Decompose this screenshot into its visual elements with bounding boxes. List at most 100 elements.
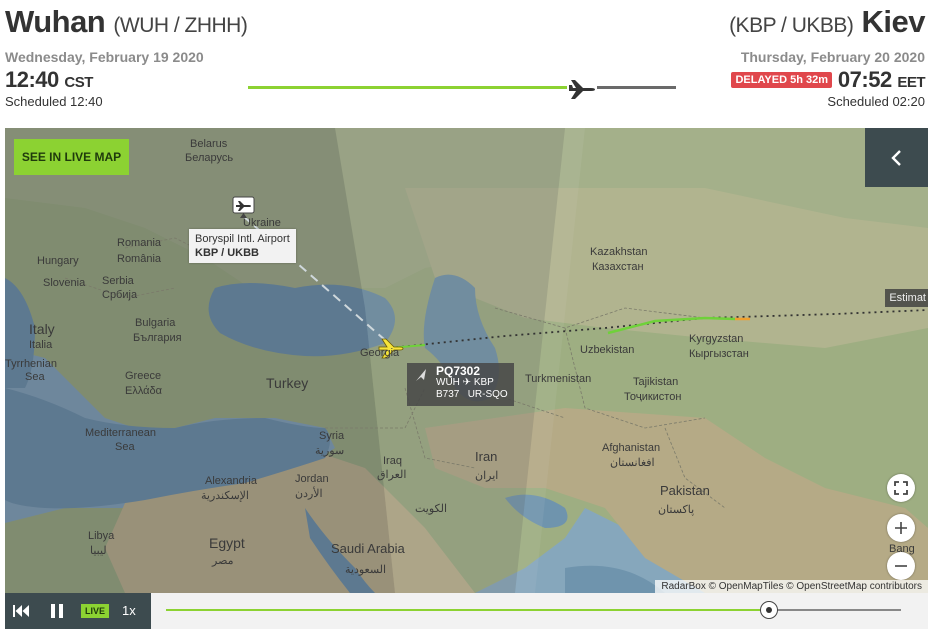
map-label-slovenia: Slovenia <box>43 277 86 289</box>
fullscreen-icon <box>894 481 908 495</box>
heading-arrow-icon <box>416 369 426 381</box>
map-label-georgia: Georgia <box>360 347 400 359</box>
map-label-saudi-arabia: Saudi Arabia <box>331 541 405 556</box>
destination-city: Kiev <box>861 4 926 39</box>
map-label-belarus: Belarus <box>190 138 228 150</box>
origin-codes: (WUH / ZHHH) <box>113 14 248 37</box>
map-label-italy-local: Italia <box>29 339 53 351</box>
destination-date: Thursday, February 20 2020 <box>740 49 925 65</box>
airplane-icon <box>567 74 597 102</box>
map-label-jordan-local: الأردن <box>295 486 323 500</box>
flight-route: WUH ✈ KBP <box>436 377 494 388</box>
map-label-kuwait: الكويت <box>415 503 447 515</box>
map-label-saudi-arabia-local: السعودية <box>345 564 386 576</box>
map-label-iraq: Iraq <box>383 455 402 467</box>
origin-time-value: 12:40 <box>5 67 59 92</box>
chevron-left-icon <box>890 149 901 166</box>
map-label-hungary: Hungary <box>37 255 79 267</box>
playback-speed[interactable]: 1x <box>122 603 136 618</box>
see-in-live-map-button[interactable]: SEE IN LIVE MAP <box>14 139 129 175</box>
rewind-button[interactable] <box>11 593 33 629</box>
fullscreen-button[interactable] <box>887 474 915 502</box>
flight-number: PQ7302 <box>436 364 481 378</box>
map-label-bulgaria-local: България <box>133 332 182 344</box>
destination-title: (KBP / UKBB) Kiev <box>729 4 925 40</box>
map-label-mediterranean-2: Sea <box>115 441 135 453</box>
destination-codes: (KBP / UKBB) <box>729 14 854 37</box>
map-label-tajikistan-local: Тоҷикистон <box>624 391 681 403</box>
estimated-arrival-tag: Estimat <box>885 289 928 307</box>
map-label-turkey: Turkey <box>266 375 308 391</box>
map-label-kazakhstan: Kazakhstan <box>590 246 647 258</box>
destination-time-value: 07:52 <box>837 67 892 92</box>
aircraft-registration: UR-SQO <box>467 389 508 400</box>
map-label-afghanistan-local: افغانستان <box>610 457 655 469</box>
map-attribution[interactable]: RadarBox © OpenMapTiles © OpenStreetMap … <box>655 580 928 593</box>
airport-popup: Boryspil Intl. Airport KBP / UKBB <box>189 229 296 263</box>
map-label-libya: Libya <box>88 530 115 542</box>
map-label-greece: Greece <box>125 370 161 382</box>
map-label-alexandria-local: الإسكندرية <box>201 490 249 502</box>
map-label-ukraine: Ukraine <box>243 217 281 229</box>
map-label-belarus-local: Беларусь <box>185 152 233 164</box>
playback-remaining[interactable] <box>769 609 901 611</box>
skip-back-icon <box>13 605 29 617</box>
origin-date: Wednesday, February 19 2020 <box>5 49 204 65</box>
plus-icon <box>895 522 907 534</box>
map-label-tyrrhenian: Tyrrhenian <box>5 358 57 370</box>
map-label-tajikistan: Tajikistan <box>633 376 678 388</box>
flight-header: Wuhan (WUH / ZHHH) (KBP / UKBB) Kiev Wed… <box>0 0 933 128</box>
map-label-alexandria: Alexandria <box>205 475 258 487</box>
map-label-egypt-local: مصر <box>211 555 234 567</box>
playback-scrubber-handle[interactable] <box>760 601 778 619</box>
origin-timezone: CST <box>64 74 93 91</box>
map-label-jordan: Jordan <box>295 473 329 485</box>
map-label-serbia-local: Србија <box>102 289 138 301</box>
origin-scheduled: Scheduled 12:40 <box>5 94 103 109</box>
map-label-mediterranean: Mediterranean <box>85 427 156 439</box>
playback-progress[interactable] <box>166 609 769 611</box>
flight-info-tooltip[interactable]: PQ7302 WUH ✈ KBP B737 UR-SQO <box>407 363 514 406</box>
map-label-bulgaria: Bulgaria <box>135 317 176 329</box>
map-label-kazakhstan-local: Казахстан <box>592 261 644 273</box>
map-label-syria: Syria <box>319 430 345 442</box>
airport-name: Boryspil Intl. Airport <box>195 233 290 245</box>
playback-bar: LIVE 1x <box>5 593 928 629</box>
origin-city: Wuhan <box>5 4 106 39</box>
map-label-uzbekistan: Uzbekistan <box>580 344 634 356</box>
map-label-pakistan: Pakistan <box>660 483 710 498</box>
progress-remaining <box>597 86 676 89</box>
map-label-libya-local: ليبيا <box>90 545 107 557</box>
map-label-romania-local: România <box>117 253 162 265</box>
map-label-tyrrhenian-2: Sea <box>25 371 45 383</box>
map-label-syria-local: سورية <box>315 445 344 457</box>
map-label-pakistan-local: پاکستان <box>658 504 694 516</box>
map-label-serbia: Serbia <box>102 275 135 287</box>
map-label-romania: Romania <box>117 237 162 249</box>
minus-icon <box>895 565 907 567</box>
zoom-in-button[interactable] <box>887 514 915 542</box>
progress-completed <box>248 86 567 89</box>
map-label-iraq-local: العراق <box>377 469 406 481</box>
delay-badge: DELAYED 5h 32m <box>731 72 832 88</box>
map-label-egypt: Egypt <box>209 535 245 551</box>
map-label-turkmenistan: Turkmenistan <box>525 373 591 385</box>
playback-controls: LIVE 1x <box>5 593 151 629</box>
pause-icon <box>51 604 63 618</box>
destination-time: 07:52 EET <box>837 67 926 93</box>
map-label-afghanistan: Afghanistan <box>602 442 660 454</box>
map-label-kyrgyzstan: Kyrgyzstan <box>689 333 743 345</box>
zoom-out-button[interactable] <box>887 552 915 580</box>
flight-progress-bar <box>248 74 676 102</box>
map-label-iran-local: ایران <box>475 470 498 482</box>
flight-aircraft-line: B737 UR-SQO <box>436 389 514 401</box>
flight-map[interactable]: Belarus Беларусь Ukraine Kazakhstan Каза… <box>5 128 928 593</box>
live-badge[interactable]: LIVE <box>81 604 110 618</box>
map-label-italy: Italy <box>29 321 55 337</box>
origin-title: Wuhan (WUH / ZHHH) <box>5 4 248 40</box>
collapse-panel-button[interactable] <box>865 128 928 187</box>
map-label-iran: Iran <box>475 449 497 464</box>
pause-button[interactable] <box>47 593 67 629</box>
aircraft-type: B737 <box>436 389 460 400</box>
map-label-greece-local: Ελλάδα <box>125 385 163 397</box>
